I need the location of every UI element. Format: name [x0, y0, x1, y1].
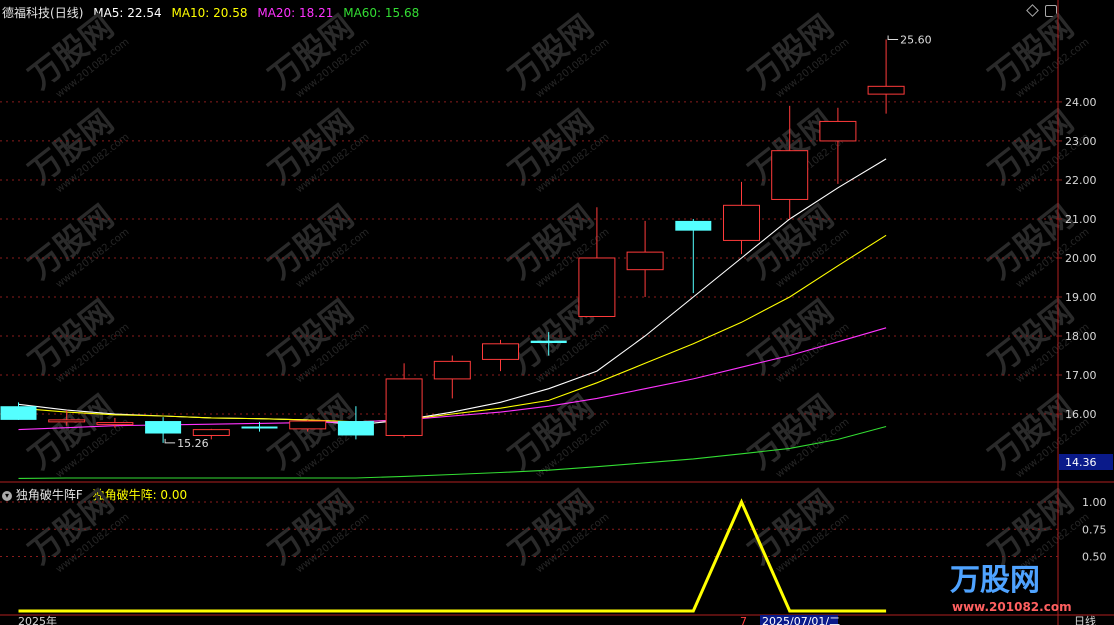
month-label: 7	[740, 615, 747, 625]
candle-body-down	[241, 426, 278, 429]
date-label: 2025/07/01/二	[762, 615, 840, 625]
candle-body-up	[578, 257, 616, 317]
year-label: 2025年	[18, 614, 57, 625]
price-tick-label: 23.00	[1065, 135, 1097, 148]
price-tick-label: 22.00	[1065, 174, 1097, 187]
period-tab: 日线	[1074, 614, 1096, 625]
annotation-pointer	[164, 438, 176, 444]
indicator-tick-label: 0.75	[1082, 523, 1107, 536]
price-tick-label: 17.00	[1065, 369, 1097, 382]
candle-body-up	[433, 360, 471, 380]
annotation-label: 15.26	[177, 437, 209, 450]
brand-logo: 万股网	[950, 563, 1040, 598]
candle-body-up	[192, 429, 230, 436]
current-price-label: 14.36	[1065, 456, 1097, 469]
indicator-tick-label: 0.50	[1082, 551, 1107, 564]
candle-body-up	[96, 422, 134, 426]
candle-body-up	[723, 204, 760, 241]
indicator-tick-label: 1.00	[1082, 496, 1107, 509]
price-tick-label: 21.00	[1065, 213, 1097, 226]
price-tick-label: 16.00	[1065, 408, 1097, 421]
price-tick-label: 20.00	[1065, 252, 1097, 265]
candle-body-up	[867, 85, 905, 95]
candle-body-up	[626, 251, 664, 271]
candle-body-up	[289, 420, 327, 430]
candle-body-up	[482, 343, 519, 360]
annotation-pointer	[887, 35, 899, 41]
candlestick-chart: 万股网www.201082.com 万股网www.201082.com 万股网www…	[0, 0, 1114, 625]
watermark-layer: 万股网www.201082.com 万股网www.201082.com 万股网www…	[22, 7, 1092, 575]
candle-body-up	[48, 419, 86, 423]
price-tick-label: 18.00	[1065, 330, 1097, 343]
annotation-label: 25.60	[900, 34, 932, 47]
candle-body-down	[530, 340, 567, 344]
candle-body-up	[385, 378, 423, 436]
candle-body-up	[819, 120, 857, 142]
candle-body-down	[0, 406, 37, 420]
brand-url: www.201082.com	[952, 600, 1072, 614]
bottom-axis: 2025年 7 2025/07/01/二 日线 万股网 www.201082.com	[18, 563, 1096, 625]
price-tick-label: 19.00	[1065, 291, 1097, 304]
candle-body-down	[145, 421, 182, 434]
candle-body-down	[675, 220, 712, 231]
candle-body-down	[337, 421, 374, 436]
candle-body-up	[771, 150, 809, 200]
price-tick-label: 24.00	[1065, 96, 1097, 109]
